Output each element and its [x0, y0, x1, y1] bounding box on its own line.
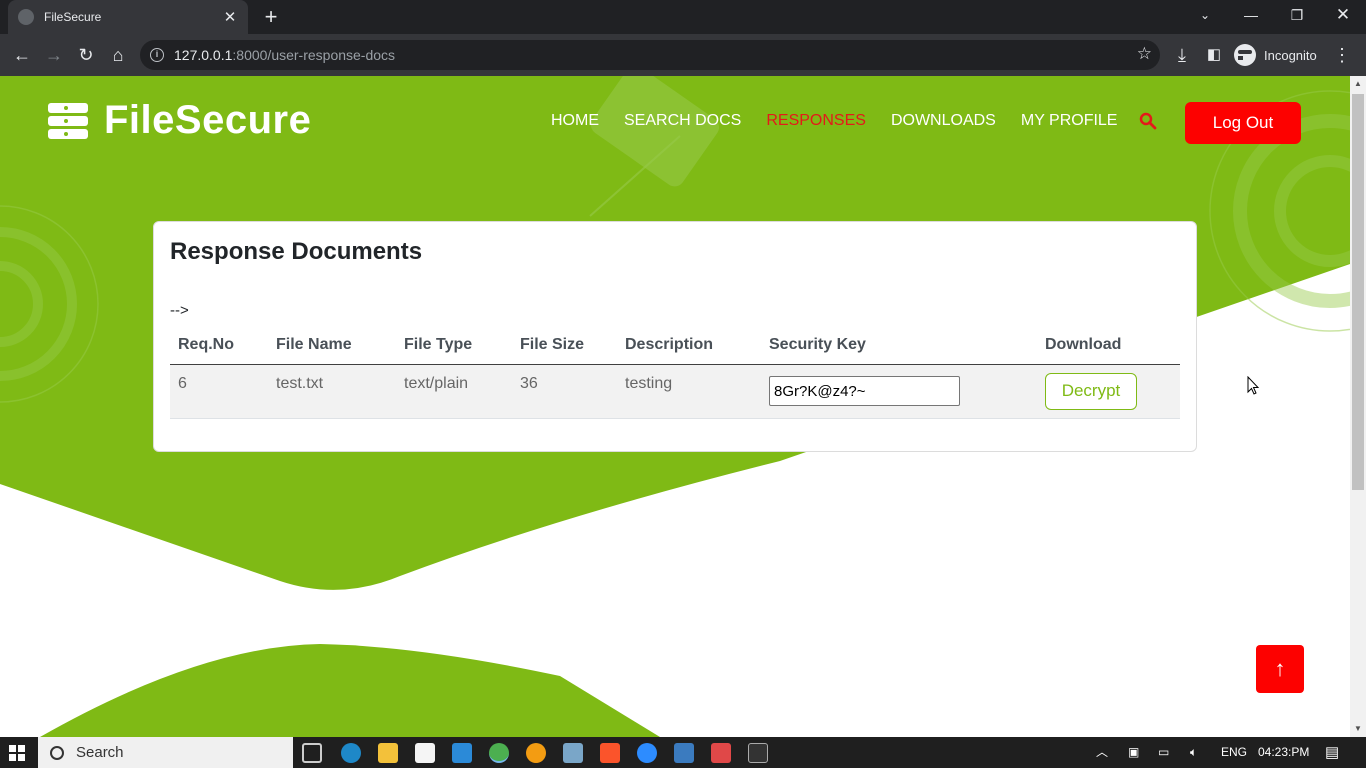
column-header: File Type [396, 330, 512, 365]
tray-app-icon[interactable]: ▣ [1128, 737, 1139, 768]
forward-arrow-icon[interactable]: → [42, 43, 66, 67]
back-to-top-button[interactable]: ↑ [1256, 645, 1304, 693]
description-cell: testing [617, 364, 761, 419]
tray-overflow-icon[interactable]: ︿ [1096, 737, 1108, 768]
windows-start-icon[interactable] [9, 745, 25, 761]
search-icon [50, 745, 64, 760]
side-panel-icon[interactable]: ◧ [1202, 43, 1226, 67]
arrow-up-icon: ↑ [1274, 656, 1286, 681]
nav-home[interactable]: HOME [551, 112, 599, 130]
bookmark-star-icon[interactable]: ☆ [1137, 44, 1152, 64]
scroll-down-icon[interactable]: ▼ [1350, 721, 1366, 737]
close-window-button[interactable]: ✕ [1320, 0, 1366, 30]
response-documents-card: Response Documents --> Req.No File Name … [153, 221, 1197, 452]
req-no-cell: 6 [170, 364, 268, 419]
page-scrollbar[interactable]: ▲ ▼ [1350, 76, 1366, 737]
nav-my-profile[interactable]: MY PROFILE [1021, 112, 1118, 130]
url-path: :8000/user-response-docs [232, 47, 396, 63]
taskbar-search-label: Search [76, 744, 124, 761]
responses-table: Req.No File Name File Type File Size Des… [170, 330, 1180, 419]
close-tab-icon[interactable]: ✕ [222, 8, 238, 26]
home-icon[interactable]: ⌂ [106, 43, 130, 67]
windows-taskbar: Search ︿ ▣ ▭ 🔈︎ ENG 04:23:PM ▤ [0, 737, 1366, 768]
notifications-icon[interactable]: ▤ [1325, 737, 1339, 768]
restore-button[interactable]: ❐ [1274, 0, 1320, 30]
tab-search-icon[interactable]: ⌄ [1182, 0, 1228, 30]
column-header: File Size [512, 330, 617, 365]
table-row: 6 test.txt text/plain 36 testing Decrypt [170, 364, 1180, 419]
chrome-icon[interactable] [489, 743, 509, 763]
page-viewport: FileSecure HOME SEARCH DOCS RESPONSES DO… [0, 76, 1350, 737]
globe-icon [18, 9, 34, 25]
incognito-label: Incognito [1264, 47, 1317, 63]
column-header: Description [617, 330, 761, 365]
main-nav: HOME SEARCH DOCS RESPONSES DOWNLOADS MY … [551, 112, 1142, 130]
server-icon [48, 102, 88, 139]
file-explorer-icon[interactable] [378, 743, 398, 763]
search-icon[interactable] [1139, 112, 1157, 130]
file-name-cell: test.txt [268, 364, 396, 419]
terminal-icon[interactable] [748, 743, 768, 763]
scroll-up-icon[interactable]: ▲ [1350, 76, 1366, 92]
browser-toolbar: ← → ↻ ⌂ i 127.0.0.1 :8000/user-response-… [0, 34, 1366, 76]
app-icon[interactable] [711, 743, 731, 763]
download-cell: Decrypt [1037, 364, 1180, 419]
back-arrow-icon[interactable]: ← [10, 43, 34, 67]
app-icon[interactable] [415, 743, 435, 763]
nav-downloads[interactable]: DOWNLOADS [891, 112, 996, 130]
incognito-indicator[interactable]: Incognito [1234, 42, 1317, 68]
new-tab-button[interactable]: + [258, 4, 284, 30]
stray-comment-text: --> [170, 302, 189, 319]
browser-tab-bar: FileSecure ✕ + ⌄ — ❐ ✕ [0, 0, 1366, 34]
table-header-row: Req.No File Name File Type File Size Des… [170, 330, 1180, 365]
info-icon[interactable]: i [150, 48, 164, 62]
address-bar[interactable]: i 127.0.0.1 :8000/user-response-docs ☆ [140, 40, 1160, 70]
clock[interactable]: 04:23:PM [1258, 737, 1309, 768]
download-icon[interactable]: ⤓ [1170, 43, 1194, 67]
page-title: Response Documents [170, 238, 423, 265]
minimize-button[interactable]: — [1228, 0, 1274, 30]
reload-icon[interactable]: ↻ [74, 43, 98, 67]
incognito-icon [1234, 44, 1262, 66]
nav-responses[interactable]: RESPONSES [766, 112, 866, 130]
app-icon[interactable] [563, 743, 583, 763]
nav-search-docs[interactable]: SEARCH DOCS [624, 112, 741, 130]
zoom-icon[interactable] [637, 743, 657, 763]
decrypt-button[interactable]: Decrypt [1045, 372, 1137, 410]
security-key-cell [761, 364, 1037, 419]
search-app-icon[interactable] [526, 743, 546, 763]
edge-icon[interactable] [341, 743, 361, 763]
vscode-icon[interactable] [452, 743, 472, 763]
security-key-input[interactable] [769, 376, 960, 406]
file-type-cell: text/plain [396, 364, 512, 419]
column-header: Security Key [761, 330, 1037, 365]
brand-name: FileSecure [104, 98, 312, 142]
column-header: Download [1037, 330, 1180, 365]
logout-button[interactable]: Log Out [1185, 102, 1301, 144]
language-indicator[interactable]: ENG [1221, 737, 1247, 768]
volume-icon[interactable]: 🔈︎ [1190, 737, 1197, 768]
file-size-cell: 36 [512, 364, 617, 419]
brave-icon[interactable] [600, 743, 620, 763]
mouse-cursor-icon [1247, 376, 1260, 395]
browser-tab[interactable]: FileSecure ✕ [8, 0, 248, 34]
network-icon[interactable]: ▭ [1158, 737, 1169, 768]
app-icon[interactable] [674, 743, 694, 763]
column-header: File Name [268, 330, 396, 365]
column-header: Req.No [170, 330, 268, 365]
tab-title: FileSecure [44, 10, 102, 24]
url-host: 127.0.0.1 [174, 47, 233, 63]
scroll-thumb[interactable] [1352, 94, 1364, 490]
brand-logo[interactable]: FileSecure [48, 98, 311, 143]
task-view-icon[interactable] [302, 743, 322, 763]
taskbar-search-box[interactable]: Search [38, 737, 293, 768]
menu-icon[interactable]: ⋮ [1330, 43, 1354, 67]
